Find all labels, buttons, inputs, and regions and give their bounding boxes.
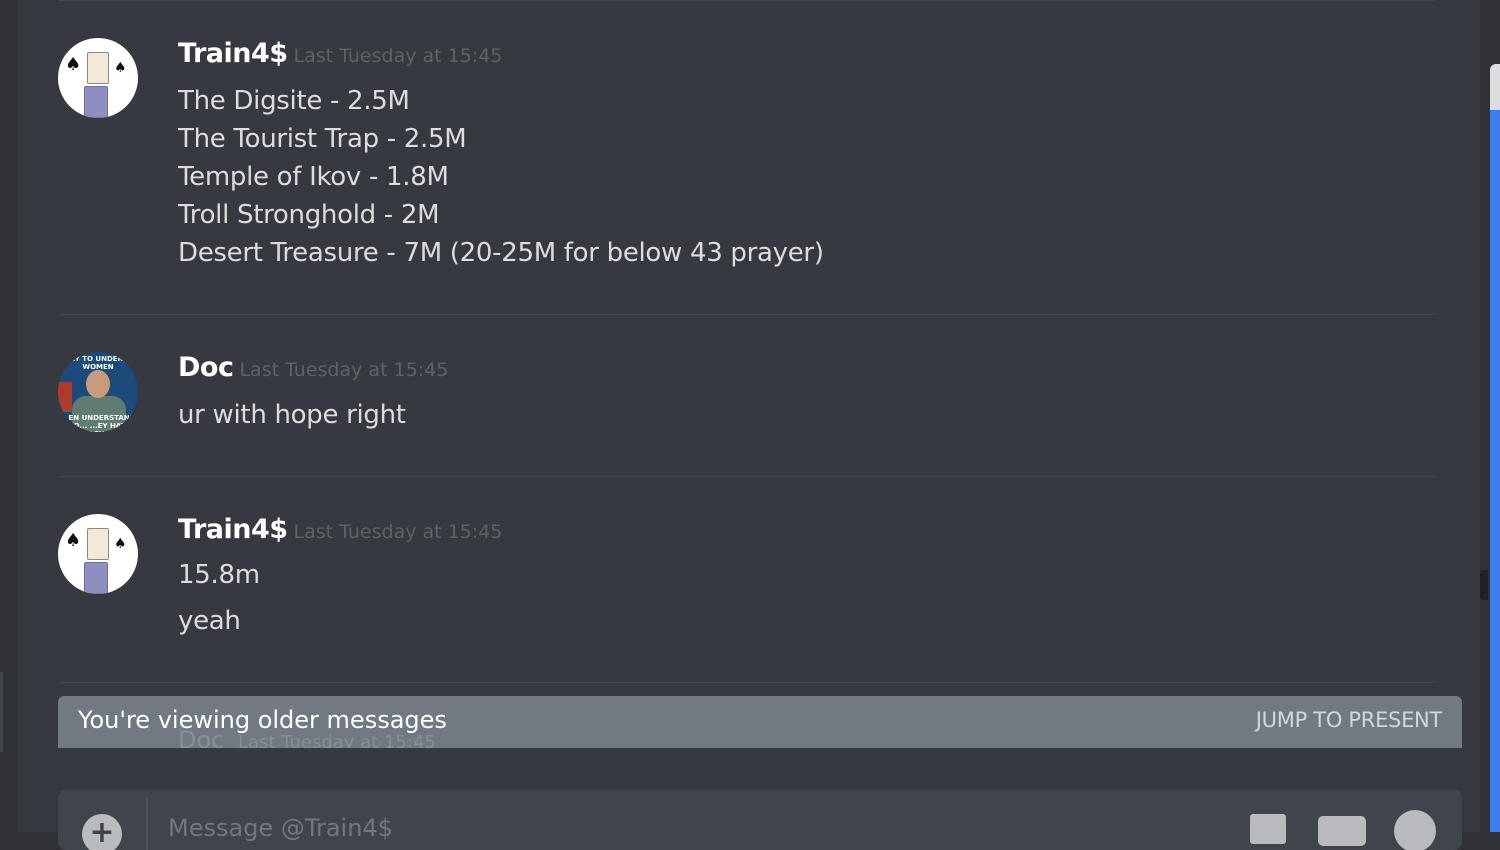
left-sidebar-edge — [0, 0, 18, 832]
message-group: ♠ ♠ Train4$ Last Tuesday at 15:45 15.8m y… — [58, 514, 1458, 654]
scroll-handle[interactable] — [1480, 570, 1488, 600]
gift-icon[interactable] — [1250, 814, 1286, 844]
emoji-icon[interactable] — [1394, 810, 1436, 850]
timestamp: Last Tuesday at 15:45 — [239, 359, 449, 381]
message-text: 15.8m — [178, 560, 260, 590]
message-text: Troll Stronghold - 2M — [178, 200, 440, 230]
spade-icon: ♠ — [65, 530, 82, 551]
avatar[interactable]: ♠ ♠ — [58, 514, 138, 594]
avatar-face — [86, 370, 110, 398]
message-text: The Tourist Trap - 2.5M — [178, 124, 467, 154]
message-text: yeah — [178, 606, 241, 636]
message-text: Desert Treasure - 7M (20-25M for below 4… — [178, 238, 824, 268]
gif-icon[interactable] — [1318, 816, 1366, 846]
card-back-icon — [84, 86, 108, 118]
username[interactable]: Train4$ — [178, 514, 288, 545]
message-text: ur with hope right — [178, 400, 406, 430]
scrollbar-thumb[interactable] — [1490, 64, 1500, 832]
avatar-background — [58, 382, 72, 412]
card-back-icon — [84, 562, 108, 594]
plus-icon[interactable]: + — [82, 814, 122, 850]
timestamp: Last Tuesday at 15:45 — [293, 521, 503, 543]
username[interactable]: Doc — [178, 352, 234, 383]
message-header: Doc Last Tuesday at 15:45 — [178, 352, 448, 383]
spade-icon: ♠ — [114, 60, 127, 76]
message-header: Train4$ Last Tuesday at 15:45 — [178, 38, 502, 69]
sidebar-edge-marker — [0, 672, 3, 752]
message-divider — [58, 314, 1435, 315]
avatar-caption-top: TRY TO UNDER... WOMEN — [64, 355, 132, 371]
king-card-icon — [87, 528, 109, 560]
avatar[interactable]: ♠ ♠ — [58, 38, 138, 118]
jump-to-present-button[interactable]: JUMP TO PRESENT — [1256, 708, 1443, 732]
scrollbar-cap — [1490, 64, 1500, 110]
message-group: ♠ ♠ Train4$ Last Tuesday at 15:45 The Dig… — [58, 38, 1458, 278]
message-header: Train4$ Last Tuesday at 15:45 — [178, 514, 502, 545]
older-messages-banner[interactable]: Doc Last Tuesday at 15:45 You're viewing… — [58, 696, 1462, 748]
message-divider — [58, 476, 1435, 477]
older-messages-label: You're viewing older messages — [78, 706, 447, 734]
message-text: The Digsite - 2.5M — [178, 86, 410, 116]
message-group: TRY TO UNDER... WOMEN ...EN UNDERSTAND W… — [58, 352, 1458, 442]
spade-icon: ♠ — [65, 54, 82, 75]
message-composer[interactable]: + Message @Train4$ — [58, 790, 1462, 850]
message-input[interactable]: Message @Train4$ — [168, 814, 393, 842]
message-text: Temple of Ikov - 1.8M — [178, 162, 449, 192]
king-card-icon — [87, 52, 109, 84]
message-divider — [58, 0, 1435, 1]
ghost-timestamp: Last Tuesday at 15:45 — [238, 732, 436, 748]
avatar-caption-bottom: ...EN UNDERSTAND WO... ...EY HATE EACH..… — [60, 414, 136, 432]
avatar[interactable]: TRY TO UNDER... WOMEN ...EN UNDERSTAND W… — [58, 352, 138, 432]
composer-separator — [146, 798, 148, 850]
spade-icon: ♠ — [114, 536, 127, 552]
username[interactable]: Train4$ — [178, 38, 288, 69]
message-divider — [58, 682, 1435, 683]
timestamp: Last Tuesday at 15:45 — [293, 45, 503, 67]
